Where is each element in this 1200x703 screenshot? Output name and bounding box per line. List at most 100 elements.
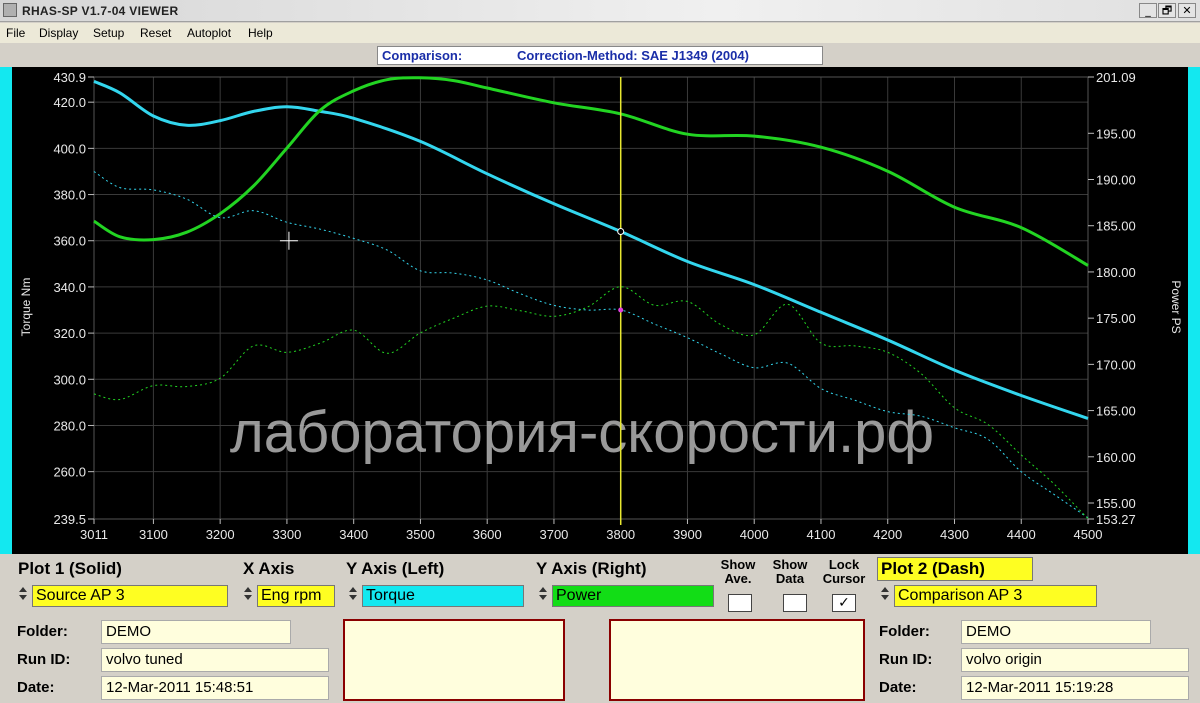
- x-tick-label: 3300: [272, 527, 301, 542]
- menu-setup[interactable]: Setup: [93, 26, 124, 40]
- header-strip: Comparison: Correction-Method: SAE J1349…: [0, 43, 1200, 67]
- y-right-tick-label: 175.00: [1096, 311, 1136, 326]
- y-left-tick-label: 320.0: [53, 326, 86, 341]
- window-title: RHAS-SP V1.7-04 VIEWER: [22, 4, 179, 18]
- source-spinner[interactable]: [15, 585, 31, 607]
- menu-file[interactable]: File: [6, 26, 25, 40]
- x-tick-label: 4500: [1074, 527, 1103, 542]
- plot1-date-label: Date:: [17, 679, 55, 696]
- correction-method: Correction-Method: SAE J1349 (2004): [517, 48, 749, 63]
- left-axis-color-bar: [0, 67, 12, 554]
- comparison-spinner[interactable]: [877, 585, 893, 607]
- y-left-tick-label: 300.0: [53, 372, 86, 387]
- x-tick-label: 3011: [80, 527, 108, 542]
- plot1-notes[interactable]: [343, 619, 565, 701]
- y-left-spinner[interactable]: [345, 585, 361, 607]
- right-axis-color-bar: [1188, 67, 1200, 554]
- plot1-label: Plot 1 (Solid): [18, 559, 122, 578]
- y-right-tick-label: 153.27: [1096, 512, 1136, 527]
- plot2-label: Plot 2 (Dash): [877, 557, 1033, 581]
- menu-help[interactable]: Help: [248, 26, 273, 40]
- plot1-folder-label: Folder:: [17, 623, 68, 640]
- menu-bar: File Display Setup Reset Autoplot Help: [0, 23, 1200, 43]
- title-bar: RHAS-SP V1.7-04 VIEWER _ 🗗 ✕: [0, 0, 1200, 22]
- cursor-marker-comparison: [618, 307, 624, 313]
- x-tick-label: 3700: [539, 527, 568, 542]
- plot2-runid-value: volvo origin: [961, 648, 1189, 672]
- plot1-date-value: 12-Mar-2011 15:48:51: [101, 676, 329, 700]
- plot2-notes[interactable]: [609, 619, 865, 701]
- plot2-date-label: Date:: [879, 679, 917, 696]
- x-tick-label: 4200: [873, 527, 902, 542]
- lock-cursor-checkbox[interactable]: ✓: [832, 594, 856, 612]
- y-axis-right-label: Power PS: [1169, 280, 1183, 333]
- x-tick-label: 3600: [473, 527, 502, 542]
- y-left-tick-label: 340.0: [53, 280, 86, 295]
- x-axis-select[interactable]: Eng rpm: [257, 585, 335, 607]
- y-left-tick-label: 239.5: [53, 512, 86, 527]
- y-right-tick-label: 190.00: [1096, 173, 1136, 188]
- x-tick-label: 3200: [206, 527, 235, 542]
- y-axis-right-label-text: Y Axis (Right): [536, 559, 647, 578]
- y-left-tick-label: 400.0: [53, 141, 86, 156]
- y-right-tick-label: 180.00: [1096, 265, 1136, 280]
- y-right-tick-label: 155.00: [1096, 496, 1136, 511]
- watermark: лаборатория-скорости.рф: [230, 400, 934, 465]
- dyno-chart[interactable]: 3011 3100 3200 3300 3400 3500 3600 3700 3800 3900…: [12, 67, 1188, 554]
- x-tick-label: 4400: [1007, 527, 1036, 542]
- y-left-tick-label: 420.0: [53, 95, 86, 110]
- x-tick-label: 3900: [673, 527, 702, 542]
- show-data-checkbox[interactable]: [783, 594, 807, 612]
- x-axis-label: X Axis: [243, 559, 295, 578]
- plot1-runid-value: volvo tuned: [101, 648, 329, 672]
- x-tick-label: 4000: [740, 527, 769, 542]
- x-tick-label: 3800: [606, 527, 635, 542]
- y-right-tick-label: 165.00: [1096, 404, 1136, 419]
- plot2-date-value: 12-Mar-2011 15:19:28: [961, 676, 1189, 700]
- menu-reset[interactable]: Reset: [140, 26, 171, 40]
- source-select[interactable]: Source AP 3: [32, 585, 228, 607]
- y-right-spinner[interactable]: [535, 585, 551, 607]
- y-left-tick-label: 280.0: [53, 418, 86, 433]
- app-icon: [3, 3, 17, 17]
- plot2-folder-label: Folder:: [879, 623, 930, 640]
- lock-cursor-label: Lock Cursor: [822, 557, 866, 586]
- series-torque: [93, 80, 1089, 420]
- viewer-window: RHAS-SP V1.7-04 VIEWER _ 🗗 ✕ File Displa…: [0, 0, 1200, 703]
- y-left-select[interactable]: Torque: [362, 585, 524, 607]
- y-right-tick-label: 201.09: [1096, 70, 1136, 85]
- y-right-tick-label: 195.00: [1096, 126, 1136, 141]
- show-ave-label: Show Ave.: [720, 557, 756, 586]
- show-data-label: Show Data: [772, 557, 808, 586]
- show-ave-checkbox[interactable]: [728, 594, 752, 612]
- menu-display[interactable]: Display: [39, 26, 78, 40]
- x-tick-label: 4300: [940, 527, 969, 542]
- y-right-tick-label: 185.00: [1096, 219, 1136, 234]
- cursor-marker-torque: [617, 227, 625, 235]
- series-power: [93, 76, 1089, 267]
- restore-button[interactable]: 🗗: [1158, 3, 1176, 18]
- plot1-runid-label: Run ID:: [17, 651, 71, 668]
- comparison-title: Comparison:: [382, 48, 463, 63]
- x-tick-label: 3100: [139, 527, 168, 542]
- y-left-tick-label: 260.0: [53, 465, 86, 480]
- y-right-tick-label: 170.00: [1096, 357, 1136, 372]
- y-right-tick-label: 160.00: [1096, 450, 1136, 465]
- y-left-tick-label: 380.0: [53, 188, 86, 203]
- close-button[interactable]: ✕: [1178, 3, 1196, 18]
- minimize-button[interactable]: _: [1139, 3, 1157, 18]
- y-axis-left-label: Torque Nm: [19, 278, 33, 337]
- y-axis-left-label-text: Y Axis (Left): [346, 559, 445, 578]
- y-left-tick-label: 360.0: [53, 234, 86, 249]
- plot2-runid-label: Run ID:: [879, 651, 933, 668]
- x-tick-label: 3400: [339, 527, 368, 542]
- x-tick-label: 3500: [406, 527, 435, 542]
- plot1-folder-value: DEMO: [101, 620, 291, 644]
- x-axis-spinner[interactable]: [240, 585, 256, 607]
- y-right-select[interactable]: Power: [552, 585, 714, 607]
- x-tick-label: 4100: [807, 527, 836, 542]
- plot2-folder-value: DEMO: [961, 620, 1151, 644]
- menu-autoplot[interactable]: Autoplot: [187, 26, 231, 40]
- comparison-select[interactable]: Comparison AP 3: [894, 585, 1097, 607]
- series-torque-comparison: [93, 171, 1089, 519]
